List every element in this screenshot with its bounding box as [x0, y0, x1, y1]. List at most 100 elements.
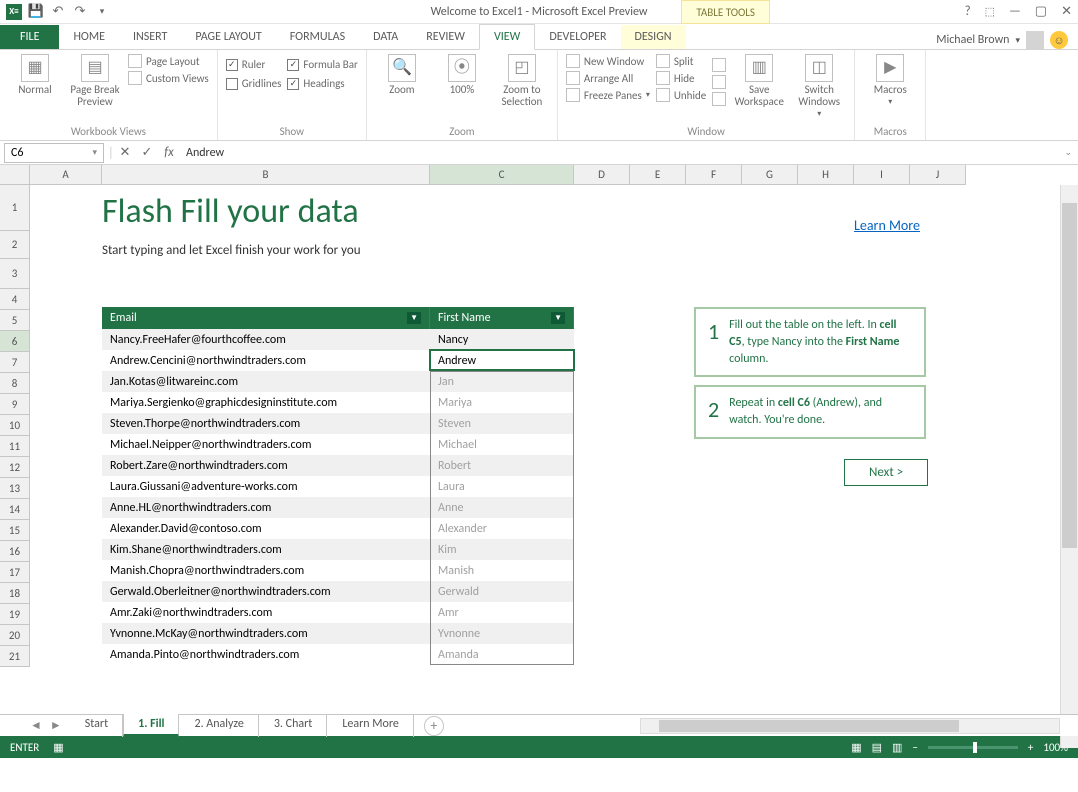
sync-scroll-button[interactable] — [712, 75, 726, 89]
cell-first-name[interactable]: Amr — [430, 602, 574, 623]
sheet-tab[interactable]: 1. Fill — [123, 714, 179, 737]
row-header-4[interactable]: 4 — [0, 289, 30, 310]
freeze-panes-button[interactable]: Freeze Panes ▾ — [566, 88, 650, 102]
zoom-100-button[interactable]: ⦿100% — [435, 54, 489, 96]
cell-first-name[interactable]: Manish — [430, 560, 574, 581]
cell-first-name[interactable]: Michael — [430, 434, 574, 455]
cell-email[interactable]: Manish.Chopra@northwindtraders.com — [102, 560, 430, 581]
redo-icon[interactable]: ↷ — [72, 4, 88, 20]
row-header-6[interactable]: 6 — [0, 331, 30, 352]
ribbon-options-icon[interactable]: ⬚ — [985, 5, 995, 18]
cancel-edit-icon[interactable]: ✕ — [114, 145, 136, 160]
view-page-break-icon[interactable]: ▥ — [892, 741, 902, 754]
table-header-email[interactable]: Email▼ — [102, 307, 430, 329]
cell-first-name[interactable]: Nancy — [430, 329, 574, 350]
qat-dropdown-icon[interactable]: ▾ — [94, 4, 110, 20]
maximize-icon[interactable]: ▢ — [1035, 4, 1047, 19]
sheet-tab[interactable]: Start — [70, 714, 123, 737]
column-header-G[interactable]: G — [742, 165, 798, 185]
hide-button[interactable]: Hide — [656, 71, 706, 85]
column-header-J[interactable]: J — [910, 165, 966, 185]
app-icon[interactable]: X≡ — [6, 4, 22, 20]
table-row[interactable]: Michael.Neipper@northwindtraders.comMich… — [102, 434, 574, 455]
row-header-14[interactable]: 14 — [0, 499, 30, 520]
cell-first-name[interactable]: Andrew — [430, 350, 574, 371]
undo-icon[interactable]: ↶ — [50, 4, 66, 20]
cell-email[interactable]: Andrew.Cencini@northwindtraders.com — [102, 350, 430, 371]
view-page-layout-icon[interactable]: ▤ — [872, 741, 882, 754]
row-header-15[interactable]: 15 — [0, 520, 30, 541]
split-button[interactable]: Split — [656, 54, 706, 68]
filter-dropdown-icon[interactable]: ▼ — [407, 312, 421, 324]
row-header-12[interactable]: 12 — [0, 457, 30, 478]
cell-email[interactable]: Amanda.Pinto@northwindtraders.com — [102, 644, 430, 665]
row-header-17[interactable]: 17 — [0, 562, 30, 583]
cell-email[interactable]: Laura.Giussani@adventure-works.com — [102, 476, 430, 497]
macro-record-icon[interactable]: ▦ — [53, 741, 63, 754]
ruler-checkbox[interactable]: ✓Ruler — [226, 58, 282, 71]
table-row[interactable]: Mariya.Sergienko@graphicdesigninstitute.… — [102, 392, 574, 413]
tab-data[interactable]: DATA — [359, 25, 412, 49]
table-row[interactable]: Jan.Kotas@litwareinc.comJan — [102, 371, 574, 392]
table-row[interactable]: Yvnonne.McKay@northwindtraders.comYvnonn… — [102, 623, 574, 644]
tab-formulas[interactable]: FORMULAS — [276, 25, 359, 49]
add-sheet-button[interactable]: + — [424, 716, 444, 736]
zoom-in-icon[interactable]: + — [1028, 741, 1033, 754]
cell-first-name[interactable]: Jan — [430, 371, 574, 392]
row-header-11[interactable]: 11 — [0, 436, 30, 457]
gridlines-checkbox[interactable]: Gridlines — [226, 77, 282, 90]
macros-button[interactable]: ▶Macros▾ — [863, 54, 917, 107]
headings-checkbox[interactable]: ✓Headings — [287, 77, 357, 90]
horizontal-scrollbar[interactable] — [640, 718, 1060, 734]
unhide-button[interactable]: Unhide — [656, 88, 706, 102]
table-row[interactable]: Steven.Thorpe@northwindtraders.comSteven — [102, 413, 574, 434]
cell-email[interactable]: Yvnonne.McKay@northwindtraders.com — [102, 623, 430, 644]
row-header-8[interactable]: 8 — [0, 373, 30, 394]
cell-first-name[interactable]: Laura — [430, 476, 574, 497]
table-row[interactable]: Kim.Shane@northwindtraders.comKim — [102, 539, 574, 560]
next-button[interactable]: Next > — [844, 459, 928, 486]
cell-email[interactable]: Alexander.David@contoso.com — [102, 518, 430, 539]
row-header-1[interactable]: 1 — [0, 185, 30, 231]
cell-first-name[interactable]: Steven — [430, 413, 574, 434]
zoom-out-icon[interactable]: − — [912, 741, 917, 754]
close-icon[interactable]: ✕ — [1061, 4, 1072, 19]
sheet-tab[interactable]: 3. Chart — [259, 714, 327, 737]
tab-design[interactable]: DESIGN — [621, 25, 686, 49]
cell-email[interactable]: Mariya.Sergienko@graphicdesigninstitute.… — [102, 392, 430, 413]
normal-view-button[interactable]: ▦Normal — [8, 54, 62, 96]
row-header-21[interactable]: 21 — [0, 646, 30, 667]
tab-insert[interactable]: INSERT — [119, 25, 181, 49]
column-header-H[interactable]: H — [798, 165, 854, 185]
minimize-icon[interactable]: — — [1009, 4, 1021, 19]
cell-first-name[interactable]: Yvnonne — [430, 623, 574, 644]
help-icon[interactable]: ? — [965, 4, 971, 19]
column-header-E[interactable]: E — [630, 165, 686, 185]
table-header-first-name[interactable]: First Name▼ — [430, 307, 574, 329]
filter-dropdown-icon[interactable]: ▼ — [551, 312, 565, 324]
row-header-10[interactable]: 10 — [0, 415, 30, 436]
column-header-C[interactable]: C — [430, 165, 574, 185]
user-name[interactable]: Michael Brown — [936, 33, 1009, 47]
expand-formula-bar-icon[interactable]: ⌄ — [1064, 147, 1078, 158]
save-icon[interactable]: 💾 — [28, 4, 44, 20]
table-row[interactable]: Robert.Zare@northwindtraders.comRobert — [102, 455, 574, 476]
table-row[interactable]: Laura.Giussani@adventure-works.comLaura — [102, 476, 574, 497]
tab-page-layout[interactable]: PAGE LAYOUT — [181, 25, 275, 49]
column-header-A[interactable]: A — [30, 165, 102, 185]
view-side-by-side-button[interactable] — [712, 58, 726, 72]
cell-email[interactable]: Robert.Zare@northwindtraders.com — [102, 455, 430, 476]
cell-first-name[interactable]: Mariya — [430, 392, 574, 413]
cell-email[interactable]: Michael.Neipper@northwindtraders.com — [102, 434, 430, 455]
row-header-20[interactable]: 20 — [0, 625, 30, 646]
column-header-B[interactable]: B — [102, 165, 430, 185]
cell-email[interactable]: Steven.Thorpe@northwindtraders.com — [102, 413, 430, 434]
tab-home[interactable]: HOME — [59, 25, 119, 49]
tab-file[interactable]: FILE — [0, 25, 59, 49]
cell-first-name[interactable]: Robert — [430, 455, 574, 476]
sheet-nav-next-icon[interactable]: ► — [50, 718, 62, 733]
table-row[interactable]: Anne.HL@northwindtraders.comAnne — [102, 497, 574, 518]
worksheet-grid[interactable]: ABCDEFGHIJ 12345678910111213141516171819… — [0, 165, 1078, 714]
table-row[interactable]: Amanda.Pinto@northwindtraders.comAmanda — [102, 644, 574, 665]
confirm-edit-icon[interactable]: ✓ — [136, 145, 158, 160]
